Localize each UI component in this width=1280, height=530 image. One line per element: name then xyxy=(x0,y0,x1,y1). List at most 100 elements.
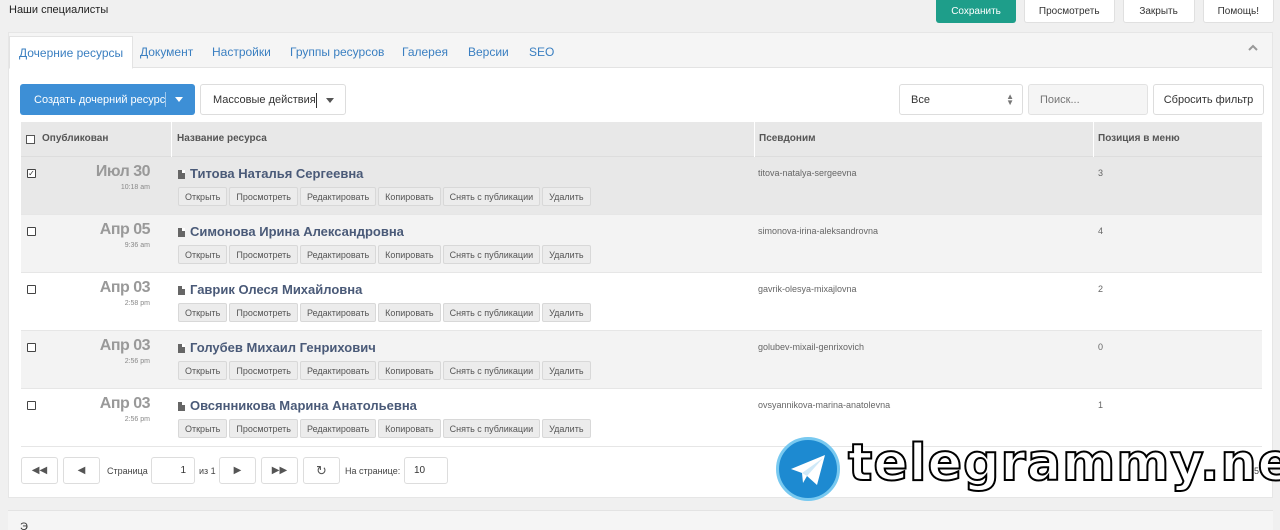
table-row[interactable]: Апр 05 9:36 am Симонова Ирина Александровн… xyxy=(21,215,1262,273)
refresh-icon[interactable]: ↻ xyxy=(303,457,340,484)
edit-action-button[interactable]: Редактировать xyxy=(299,245,377,264)
table-row[interactable]: Апр 03 2:58 pm Гаврик Олеся Михайловна Откр… xyxy=(21,273,1262,331)
column-divider xyxy=(1093,122,1094,157)
close-button[interactable]: Закрыть xyxy=(1122,0,1195,23)
menu-position: 4 xyxy=(1098,226,1104,236)
open-action-button[interactable]: Открыть xyxy=(178,361,228,380)
unpublish-action-button[interactable]: Снять с публикации xyxy=(442,245,541,264)
unpublish-action-button[interactable]: Снять с публикации xyxy=(442,303,541,322)
resource-name[interactable]: Титова Наталья Сергеевна xyxy=(190,166,363,181)
tab-gallery[interactable]: Галерея xyxy=(402,45,448,59)
document-icon xyxy=(178,344,185,353)
delete-action-button[interactable]: Удалить xyxy=(542,361,591,380)
edit-action-button[interactable]: Редактировать xyxy=(299,187,377,206)
select-arrows-icon: ▲ ▼ xyxy=(1006,92,1014,107)
collapse-icon[interactable] xyxy=(1248,43,1258,53)
copy-action-button[interactable]: Копировать xyxy=(378,361,441,380)
published-date: Апр 03 xyxy=(99,337,151,354)
open-action-button[interactable]: Открыть xyxy=(178,245,228,264)
resource-alias: titova-natalya-sergeevna xyxy=(758,168,857,178)
open-action-button[interactable]: Открыть xyxy=(178,419,228,438)
view-action-button[interactable]: Просмотреть xyxy=(229,303,298,322)
row-checkbox[interactable]: ✓ xyxy=(27,169,36,178)
watermark: telegrammy.net xyxy=(776,433,1280,504)
edit-action-button[interactable]: Редактировать xyxy=(299,419,377,438)
column-name[interactable]: Название ресурса xyxy=(177,133,267,144)
published-date: Апр 05 xyxy=(99,221,151,238)
unpublish-action-button[interactable]: Снять с публикации xyxy=(442,361,541,380)
tab-seo[interactable]: SEO xyxy=(529,45,554,59)
menu-position: 3 xyxy=(1098,168,1104,178)
copy-action-button[interactable]: Копировать xyxy=(378,303,441,322)
last-page-icon[interactable]: ▶▶ xyxy=(261,457,298,484)
next-page-icon[interactable]: ▶ xyxy=(219,457,256,484)
create-child-resource-label: Создать дочерний ресурс xyxy=(34,93,166,106)
chevron-down-icon[interactable] xyxy=(326,98,334,103)
help-button[interactable]: Помощь! xyxy=(1202,0,1274,23)
tab-child-resources[interactable]: Дочерние ресурсы xyxy=(9,36,134,69)
unpublish-action-button[interactable]: Снять с публикации xyxy=(442,419,541,438)
tab-bar: Дочерние ресурсы Документ Настройки Груп… xyxy=(9,33,1272,69)
view-action-button[interactable]: Просмотреть xyxy=(229,419,298,438)
unpublish-action-button[interactable]: Снять с публикации xyxy=(442,187,541,206)
row-actions: Открыть Просмотреть Редактировать Копироват… xyxy=(178,303,591,322)
delete-action-button[interactable]: Удалить xyxy=(542,245,591,264)
copy-action-button[interactable]: Копировать xyxy=(378,187,441,206)
table-row[interactable]: ✓ Июл 30 10:18 am Титова Наталья Сергеевна О… xyxy=(21,157,1262,215)
open-action-button[interactable]: Открыть xyxy=(178,303,228,322)
copy-action-button[interactable]: Копировать xyxy=(378,419,441,438)
view-action-button[interactable]: Просмотреть xyxy=(229,187,298,206)
page-number-input[interactable] xyxy=(151,457,195,484)
create-child-resource-button[interactable]: Создать дочерний ресурс xyxy=(20,84,195,115)
resource-name[interactable]: Симонова Ирина Александровна xyxy=(190,224,404,239)
delete-action-button[interactable]: Удалить xyxy=(542,187,591,206)
row-checkbox[interactable] xyxy=(27,401,36,410)
tab-resource-groups[interactable]: Группы ресурсов xyxy=(290,45,384,59)
per-page-input[interactable] xyxy=(404,457,448,484)
tab-document[interactable]: Документ xyxy=(140,45,193,59)
first-page-icon[interactable]: ◀◀ xyxy=(21,457,58,484)
delete-action-button[interactable]: Удалить xyxy=(542,303,591,322)
resource-name[interactable]: Овсянникова Марина Анатольевна xyxy=(190,398,417,413)
resource-name[interactable]: Гаврик Олеся Михайловна xyxy=(190,282,362,297)
view-action-button[interactable]: Просмотреть xyxy=(229,361,298,380)
row-actions: Открыть Просмотреть Редактировать Копироват… xyxy=(178,419,591,438)
tab-versions[interactable]: Версии xyxy=(468,45,509,59)
save-button[interactable]: Сохранить xyxy=(936,0,1016,23)
button-separator xyxy=(316,93,317,108)
status-filter-select[interactable]: Все ▲ ▼ xyxy=(899,84,1023,115)
reset-filter-button[interactable]: Сбросить фильтр xyxy=(1153,84,1264,115)
published-time: 2:56 pm xyxy=(124,358,150,365)
view-button[interactable]: Просмотреть xyxy=(1023,0,1115,23)
column-published[interactable]: Опубликован xyxy=(42,133,108,144)
open-action-button[interactable]: Открыть xyxy=(178,187,228,206)
grid-toolbar: Создать дочерний ресурс Массовые действи… xyxy=(20,84,1265,116)
table-row[interactable]: Апр 03 2:56 pm Голубев Михаил Генрихович От… xyxy=(21,331,1262,389)
published-date: Июл 30 xyxy=(95,163,151,180)
edit-action-button[interactable]: Редактировать xyxy=(299,361,377,380)
search-input[interactable] xyxy=(1028,84,1148,115)
chevron-down-icon[interactable] xyxy=(175,97,183,102)
grid-header: Опубликован Название ресурса Псевдоним П… xyxy=(21,122,1262,157)
resource-alias: gavrik-olesya-mixajlovna xyxy=(758,284,857,294)
resource-alias: ovsyannikova-marina-anatolevna xyxy=(758,400,891,410)
row-checkbox[interactable] xyxy=(27,285,36,294)
prev-page-icon[interactable]: ◀ xyxy=(63,457,100,484)
row-checkbox[interactable] xyxy=(27,343,36,352)
grid-body: ✓ Июл 30 10:18 am Титова Наталья Сергеевна О… xyxy=(21,157,1262,447)
published-date: Апр 03 xyxy=(99,279,151,296)
row-checkbox[interactable] xyxy=(27,227,36,236)
tab-settings[interactable]: Настройки xyxy=(212,45,271,59)
published-time: 2:56 pm xyxy=(124,416,150,423)
column-alias[interactable]: Псевдоним xyxy=(759,133,816,144)
edit-action-button[interactable]: Редактировать xyxy=(299,303,377,322)
column-menu-position[interactable]: Позиция в меню xyxy=(1098,133,1180,144)
delete-action-button[interactable]: Удалить xyxy=(542,419,591,438)
resource-name[interactable]: Голубев Михаил Генрихович xyxy=(190,340,376,355)
menu-position: 2 xyxy=(1098,284,1104,294)
view-action-button[interactable]: Просмотреть xyxy=(229,245,298,264)
select-all-checkbox[interactable] xyxy=(26,135,35,144)
copy-action-button[interactable]: Копировать xyxy=(378,245,441,264)
bulk-actions-button[interactable]: Массовые действия xyxy=(200,84,346,115)
button-separator xyxy=(165,92,166,107)
